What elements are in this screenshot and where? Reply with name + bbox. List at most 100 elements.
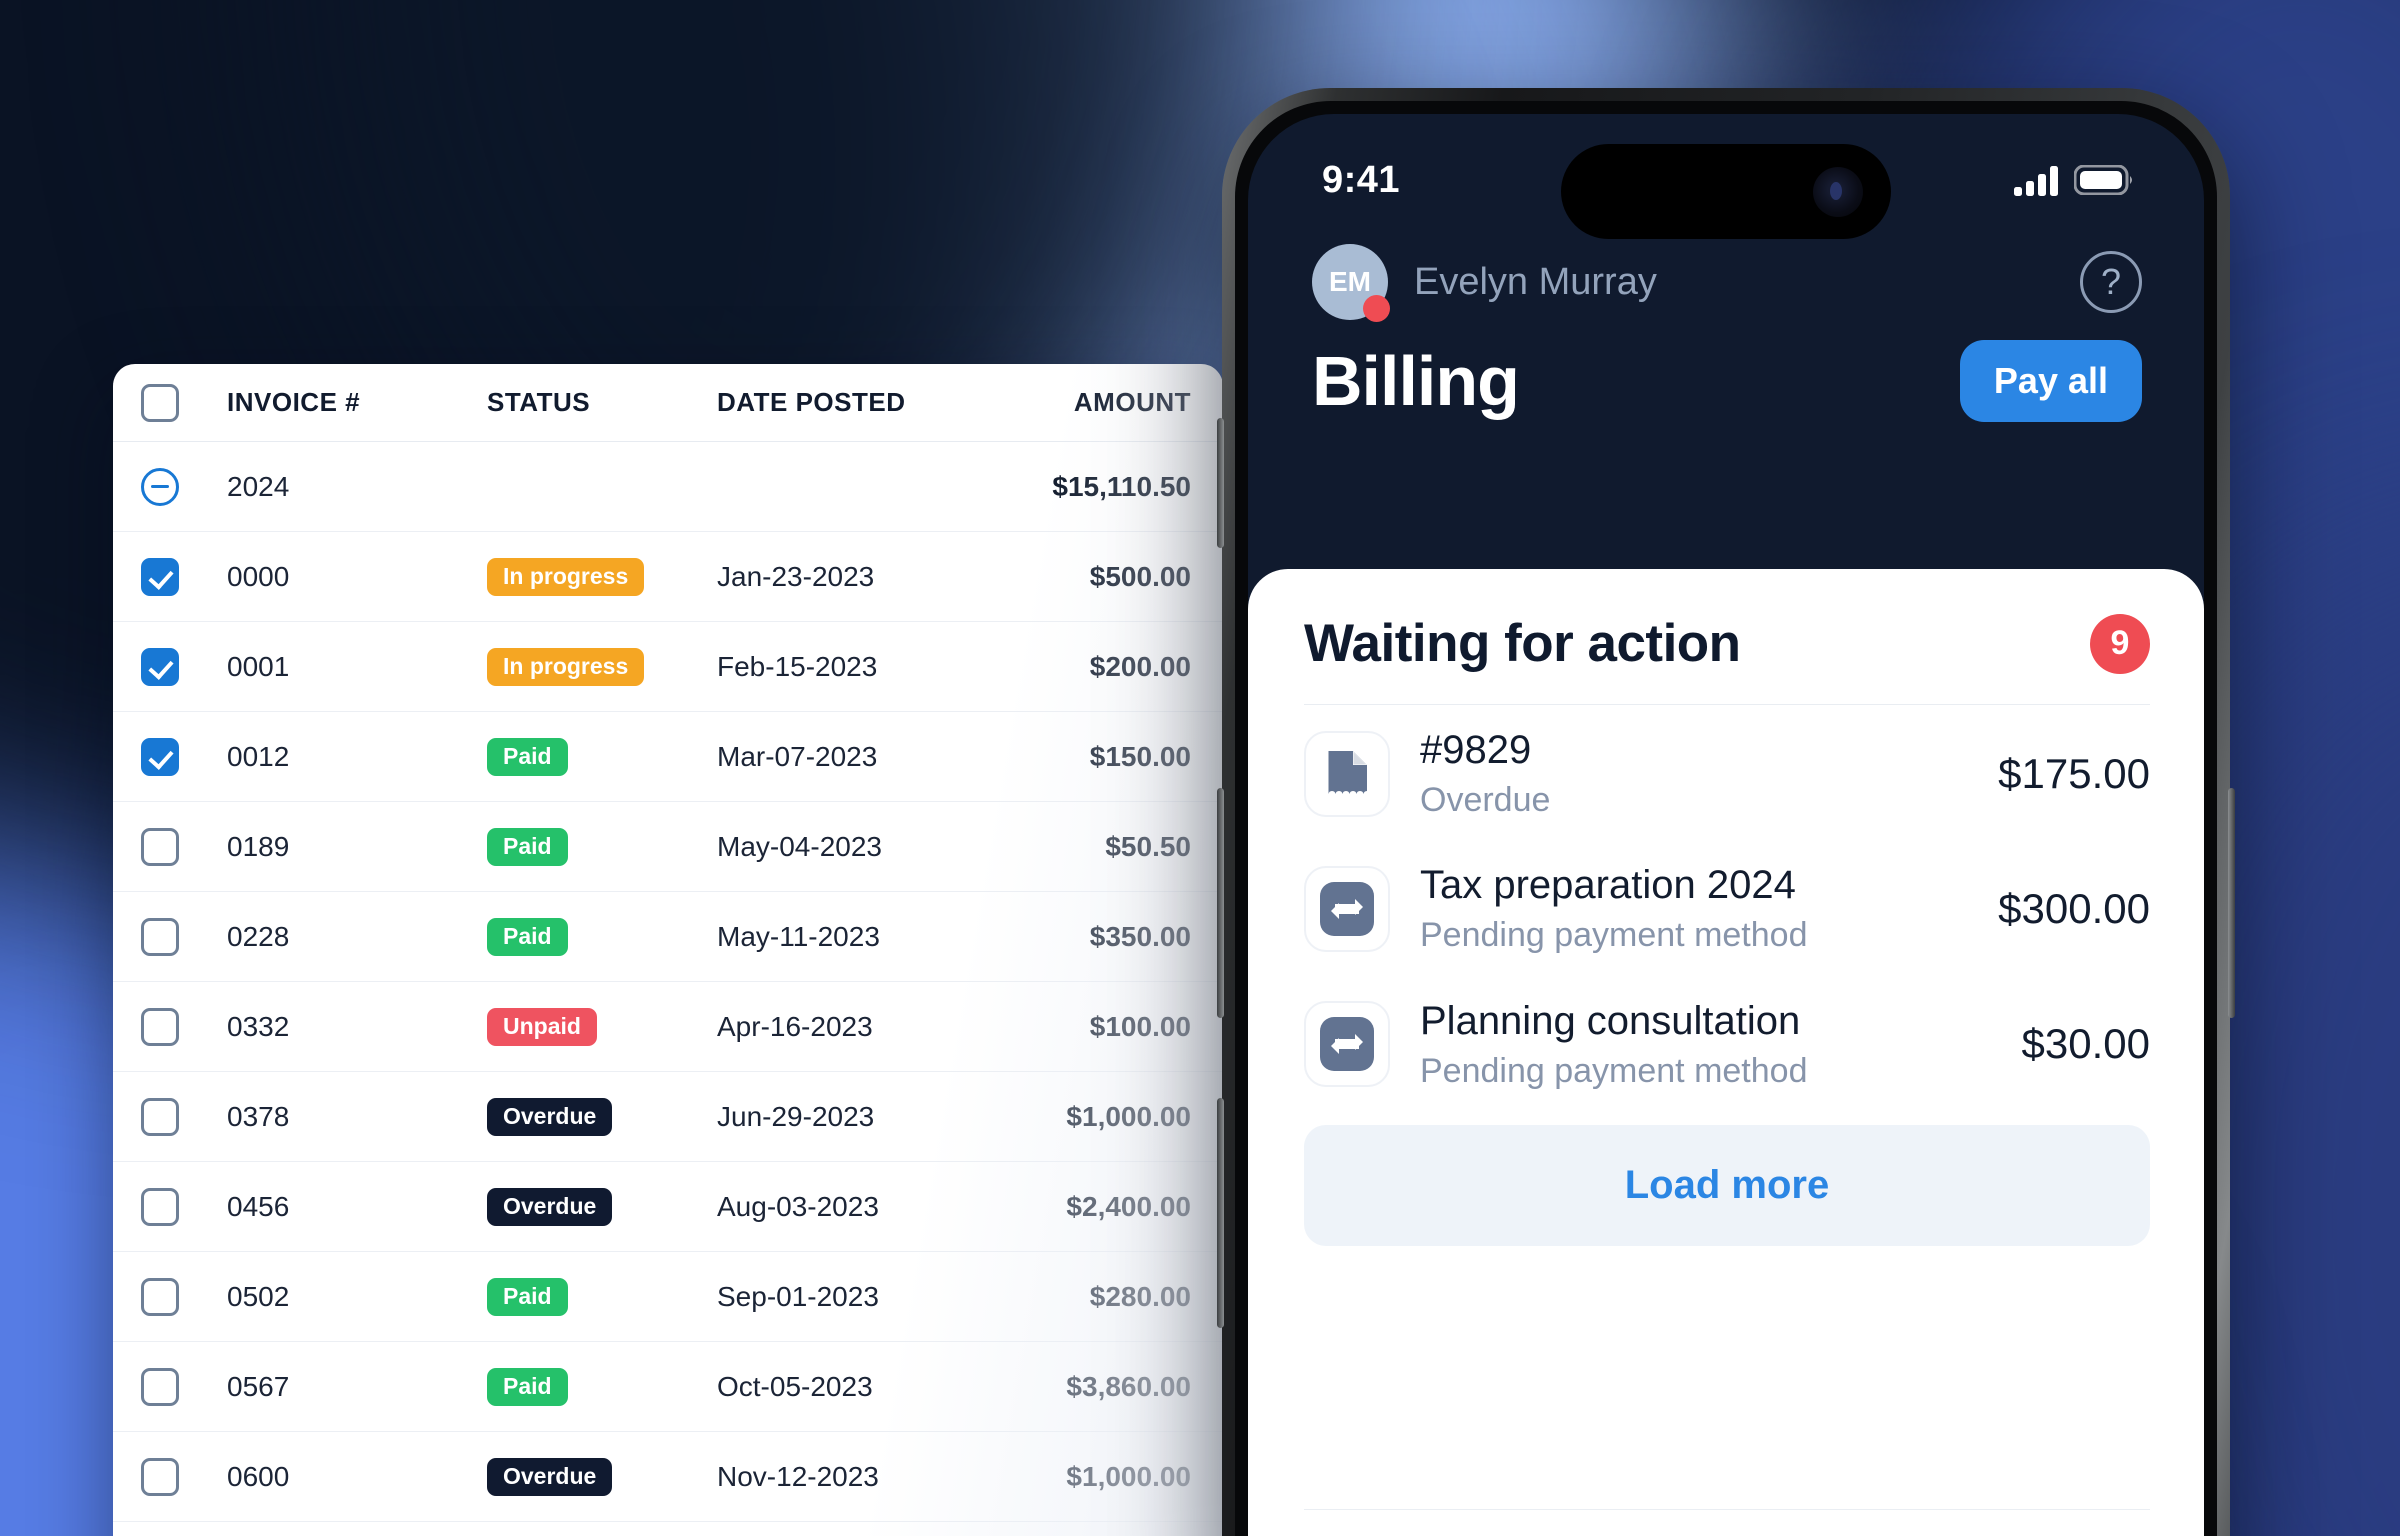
- list-item-amount: $175.00: [1998, 749, 2150, 797]
- row-checkbox-cell[interactable]: [141, 647, 227, 686]
- row-checkbox-cell[interactable]: [141, 1457, 227, 1496]
- battery-full-icon: [2074, 165, 2132, 195]
- table-row[interactable]: 0228 Paid May-11-2023 $350.00: [113, 892, 1223, 982]
- cell-status: Paid: [487, 827, 717, 866]
- row-checkbox[interactable]: [141, 917, 179, 956]
- row-checkbox-checked[interactable]: [141, 737, 179, 776]
- invoice-table-card: INVOICE # STATUS DATE POSTED AMOUNT 2024…: [113, 364, 1223, 1536]
- status-badge: 9: [2090, 613, 2150, 674]
- row-checkbox-checked[interactable]: [141, 557, 179, 596]
- row-checkbox-cell[interactable]: [141, 1007, 227, 1046]
- cell-date-posted: Mar-07-2023: [717, 740, 878, 772]
- row-checkbox-cell[interactable]: [141, 1187, 227, 1226]
- avatar[interactable]: EM: [1312, 244, 1390, 322]
- phone-power-button[interactable]: [2228, 788, 2235, 1018]
- cell-invoice-number: 0000: [227, 560, 290, 592]
- list-item[interactable]: Planning consultation Pending payment met…: [1304, 976, 2150, 1111]
- cell-amount: $500.00: [1089, 560, 1191, 592]
- table-row[interactable]: 0378 Overdue Jun-29-2023 $1,000.00: [113, 1072, 1223, 1162]
- table-row[interactable]: 0012 Paid Mar-07-2023 $150.00: [113, 712, 1223, 802]
- phone-volume-up-button[interactable]: [1217, 788, 1224, 1018]
- recurring-icon: [1320, 881, 1374, 936]
- cell-invoice-number: 2024: [227, 470, 290, 502]
- row-checkbox[interactable]: [141, 1367, 179, 1406]
- cell-date-posted: Oct-05-2023: [717, 1370, 873, 1402]
- cell-status: Overdue: [487, 1097, 717, 1136]
- bottom-tab-bar: InvoicesRecurringPayments: [1304, 1509, 2150, 1536]
- row-checkbox[interactable]: [141, 1277, 179, 1316]
- row-checkbox-checked[interactable]: [141, 647, 179, 686]
- select-all-checkbox[interactable]: [141, 383, 179, 422]
- row-checkbox[interactable]: [141, 1097, 179, 1136]
- row-checkbox-cell[interactable]: [141, 1277, 227, 1316]
- cell-date-posted: Apr-16-2023: [717, 1010, 873, 1042]
- list-item-body: Tax preparation 2024 Pending payment meth…: [1420, 862, 1968, 955]
- table-row[interactable]: 0001 In progress Feb-15-2023 $200.00: [113, 622, 1223, 712]
- row-checkbox-indeterminate[interactable]: [141, 467, 179, 506]
- title-row: Billing Pay all: [1312, 340, 2142, 422]
- row-checkbox-cell[interactable]: [141, 917, 227, 956]
- row-checkbox-cell[interactable]: [141, 1367, 227, 1406]
- list-item[interactable]: #9829 Overdue $175.00: [1304, 705, 2150, 840]
- row-checkbox[interactable]: [141, 1007, 179, 1046]
- row-checkbox-cell[interactable]: [141, 467, 227, 506]
- table-row[interactable]: 0600 Overdue Nov-12-2023 $1,000.00: [113, 1432, 1223, 1522]
- table-row[interactable]: 0502 Paid Sep-01-2023 $280.00: [113, 1252, 1223, 1342]
- cell-status: Unpaid: [487, 1007, 717, 1046]
- row-checkbox[interactable]: [141, 827, 179, 866]
- status-badge: Overdue: [487, 1097, 613, 1136]
- phone-volume-down-button[interactable]: [1217, 1098, 1224, 1328]
- table-row[interactable]: 0189 Paid May-04-2023 $50.50: [113, 802, 1223, 892]
- cell-date-posted: Jun-29-2023: [717, 1100, 875, 1132]
- status-badge: In progress: [487, 647, 645, 686]
- column-header-date-posted: DATE POSTED: [717, 387, 906, 417]
- row-checkbox-cell[interactable]: [141, 737, 227, 776]
- section-title: Waiting for action: [1304, 614, 1741, 673]
- select-all-checkbox-cell[interactable]: [141, 383, 227, 422]
- user-row: EM Evelyn Murray ?: [1312, 244, 2142, 322]
- cell-amount: $1,000.00: [1066, 1460, 1191, 1492]
- cell-status: Paid: [487, 737, 717, 776]
- list-item-body: #9829 Overdue: [1420, 727, 1968, 820]
- avatar-notification-dot: [1363, 295, 1390, 322]
- row-checkbox-cell[interactable]: [141, 557, 227, 596]
- row-checkbox-cell[interactable]: [141, 1097, 227, 1136]
- status-badge: In progress: [487, 557, 645, 596]
- cell-date-posted: Nov-12-2023: [717, 1460, 879, 1492]
- cell-status: Overdue: [487, 1187, 717, 1226]
- list-item-icon: [1304, 1001, 1390, 1088]
- cell-invoice-number: 0600: [227, 1460, 290, 1492]
- table-row[interactable]: 0332 Unpaid Apr-16-2023 $100.00: [113, 982, 1223, 1072]
- dynamic-island: [1561, 144, 1891, 239]
- list-item-body: Planning consultation Pending payment met…: [1420, 998, 1992, 1091]
- status-badge: Overdue: [487, 1187, 613, 1226]
- table-row[interactable]: 0567 Paid Oct-05-2023 $3,860.00: [113, 1342, 1223, 1432]
- column-header-invoice: INVOICE #: [227, 387, 361, 417]
- pay-all-button[interactable]: Pay all: [1959, 340, 2142, 422]
- question-mark-circle-icon[interactable]: ?: [2080, 251, 2142, 313]
- list-item[interactable]: Tax preparation 2024 Pending payment meth…: [1304, 840, 2150, 975]
- invoice-table-body: 2024 $15,110.50 0000 In progress Jan-23-2023…: [113, 442, 1223, 1522]
- table-row[interactable]: 0000 In progress Jan-23-2023 $500.00: [113, 532, 1223, 622]
- list-item-title: Tax preparation 2024: [1420, 863, 1796, 908]
- avatar-initials: EM: [1329, 266, 1371, 297]
- cell-invoice-number: 0502: [227, 1280, 290, 1312]
- cell-status: Paid: [487, 1367, 717, 1406]
- waiting-for-action-sheet: Waiting for action 9 #9829 Overdue $175.00…: [1248, 569, 2204, 1536]
- table-row[interactable]: 2024 $15,110.50: [113, 442, 1223, 532]
- cell-amount: $100.00: [1089, 1010, 1191, 1042]
- status-bar-time: 9:41: [1322, 158, 1401, 201]
- row-checkbox-cell[interactable]: [141, 827, 227, 866]
- cell-status: Paid: [487, 1277, 717, 1316]
- phone-silent-switch[interactable]: [1217, 418, 1224, 548]
- load-more-button[interactable]: Load more: [1304, 1124, 2150, 1246]
- status-badge: Paid: [487, 917, 568, 956]
- status-bar-indicators: [2014, 164, 2134, 196]
- table-row[interactable]: 0456 Overdue Aug-03-2023 $2,400.00: [113, 1162, 1223, 1252]
- cellular-bars-icon: [2014, 166, 2058, 196]
- list-item-title: #9829: [1420, 728, 1532, 772]
- cell-date-posted: Sep-01-2023: [717, 1280, 879, 1312]
- row-checkbox[interactable]: [141, 1187, 179, 1226]
- cell-status: In progress: [487, 647, 717, 686]
- row-checkbox[interactable]: [141, 1457, 179, 1496]
